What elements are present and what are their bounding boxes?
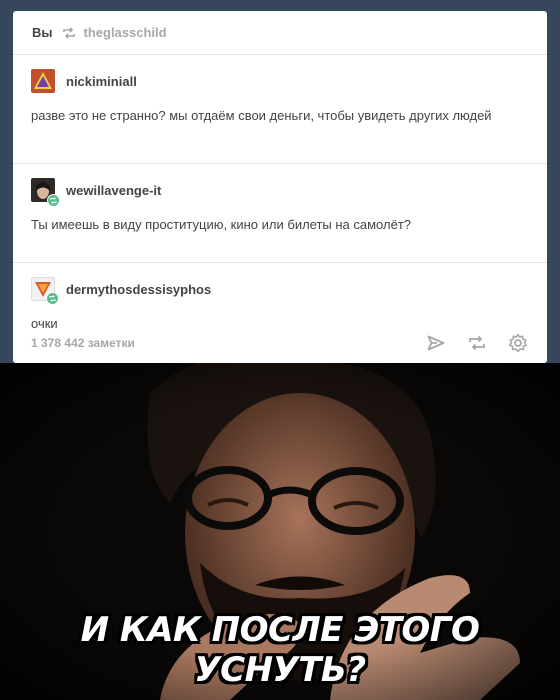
- send-icon[interactable]: [425, 332, 447, 354]
- post-actions: [425, 332, 529, 354]
- you-label: Вы: [32, 25, 53, 40]
- gear-icon[interactable]: [507, 332, 529, 354]
- username[interactable]: nickiminiall: [66, 74, 137, 89]
- post-header: Вы theglasschild: [13, 11, 547, 55]
- notes-count[interactable]: 1 378 442 заметки: [31, 336, 135, 350]
- reblog-badge-icon: [46, 292, 59, 305]
- reblog-entry: nickiminiall разве это не странно? мы от…: [13, 55, 547, 164]
- avatar[interactable]: [31, 178, 60, 207]
- meme-caption: И КАК ПОСЛЕ ЭТОГО УСНУТЬ?: [80, 610, 480, 690]
- reblogged-from-blog[interactable]: theglasschild: [84, 25, 167, 40]
- reblog-badge-icon: [47, 194, 60, 207]
- entry-text: Ты имеешь в виду проституцию, кино или б…: [31, 217, 412, 232]
- reblog-icon: [62, 26, 76, 39]
- avatar[interactable]: [31, 69, 55, 93]
- username[interactable]: dermythosdessisyphos: [66, 282, 211, 297]
- meme-photo: И КАК ПОСЛЕ ЭТОГО УСНУТЬ?: [0, 363, 560, 700]
- reblog-entry: wewillavenge-it Ты имеешь в виду простит…: [13, 164, 547, 263]
- avatar[interactable]: [31, 277, 59, 305]
- tumblr-post: Вы theglasschild nickiminiall разве это …: [13, 11, 547, 363]
- username[interactable]: wewillavenge-it: [66, 183, 161, 198]
- post-footer: 1 378 442 заметки: [13, 323, 547, 363]
- reblog-icon[interactable]: [466, 332, 488, 354]
- avatar-art: [34, 72, 52, 89]
- entry-text: разве это не странно? мы отдаём свои ден…: [31, 108, 492, 123]
